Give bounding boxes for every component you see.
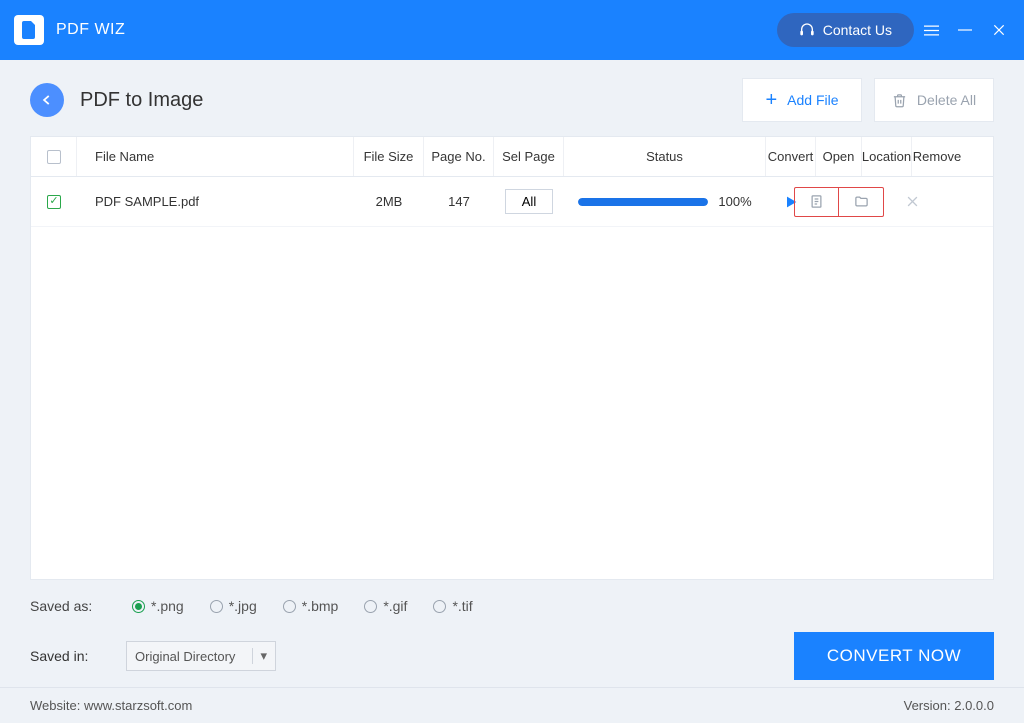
progress-label: 100%: [718, 194, 751, 209]
title-bar: PDF WIZ Contact Us: [0, 0, 1024, 60]
row-pages: 147: [424, 177, 494, 226]
col-header-filesize: File Size: [354, 137, 424, 176]
col-header-selpage: Sel Page: [494, 137, 564, 176]
format-jpg-radio[interactable]: *.jpg: [210, 598, 257, 614]
row-filename: PDF SAMPLE.pdf: [77, 177, 354, 226]
minimize-button[interactable]: [948, 0, 982, 60]
back-button[interactable]: [30, 83, 64, 117]
delete-all-button[interactable]: Delete All: [874, 78, 994, 122]
website-label: Website:: [30, 698, 80, 713]
version-value: 2.0.0.0: [954, 698, 994, 713]
progress-fill: [578, 198, 708, 206]
col-header-open: Open: [816, 137, 862, 176]
format-bmp-radio[interactable]: *.bmp: [283, 598, 339, 614]
col-header-location: Location: [862, 137, 912, 176]
contact-us-label: Contact Us: [823, 22, 892, 38]
headset-icon: [799, 22, 815, 38]
remove-row-button[interactable]: [905, 194, 920, 209]
open-file-button[interactable]: [795, 188, 839, 216]
delete-all-label: Delete All: [917, 92, 976, 108]
trash-icon: [892, 93, 907, 108]
footer: Website: www.starzsoft.com Version: 2.0.…: [0, 687, 1024, 723]
app-logo: [14, 15, 44, 45]
saved-as-row: Saved as: *.png *.jpg *.bmp *.gif *.tif: [0, 580, 1024, 614]
table-row: PDF SAMPLE.pdf 2MB 147 All 100%: [31, 177, 993, 227]
saved-in-value: Original Directory: [135, 649, 235, 664]
format-tif-radio[interactable]: *.tif: [433, 598, 472, 614]
progress-bar: [578, 198, 708, 206]
saved-in-row: Saved in: Original Directory ▾ CONVERT N…: [0, 614, 1024, 680]
format-gif-radio[interactable]: *.gif: [364, 598, 407, 614]
col-header-pageno: Page No.: [424, 137, 494, 176]
plus-icon: +: [765, 90, 777, 110]
chevron-down-icon: ▾: [252, 648, 267, 664]
version-label: Version:: [904, 698, 951, 713]
app-name: PDF WIZ: [56, 21, 125, 39]
row-checkbox[interactable]: [47, 195, 61, 209]
add-file-label: Add File: [787, 92, 838, 108]
add-file-button[interactable]: + Add File: [742, 78, 862, 122]
table-header: File Name File Size Page No. Sel Page St…: [31, 137, 993, 177]
saved-in-dropdown[interactable]: Original Directory ▾: [126, 641, 276, 671]
file-table: File Name File Size Page No. Sel Page St…: [30, 136, 994, 580]
col-header-status: Status: [564, 137, 766, 176]
col-header-filename: File Name: [77, 137, 354, 176]
sel-page-button[interactable]: All: [505, 189, 553, 214]
row-filesize: 2MB: [354, 177, 424, 226]
page-title: PDF to Image: [80, 89, 203, 112]
saved-as-label: Saved as:: [30, 598, 106, 614]
select-all-checkbox[interactable]: [47, 150, 61, 164]
col-header-remove: Remove: [912, 137, 962, 176]
convert-now-button[interactable]: CONVERT NOW: [794, 632, 994, 680]
contact-us-button[interactable]: Contact Us: [777, 13, 914, 47]
close-button[interactable]: [982, 0, 1016, 60]
format-png-radio[interactable]: *.png: [132, 598, 184, 614]
menu-button[interactable]: [914, 0, 948, 60]
website-value[interactable]: www.starzsoft.com: [84, 698, 192, 713]
toolbar: PDF to Image + Add File Delete All: [0, 60, 1024, 136]
saved-in-label: Saved in:: [30, 648, 106, 664]
col-header-convert: Convert: [766, 137, 816, 176]
